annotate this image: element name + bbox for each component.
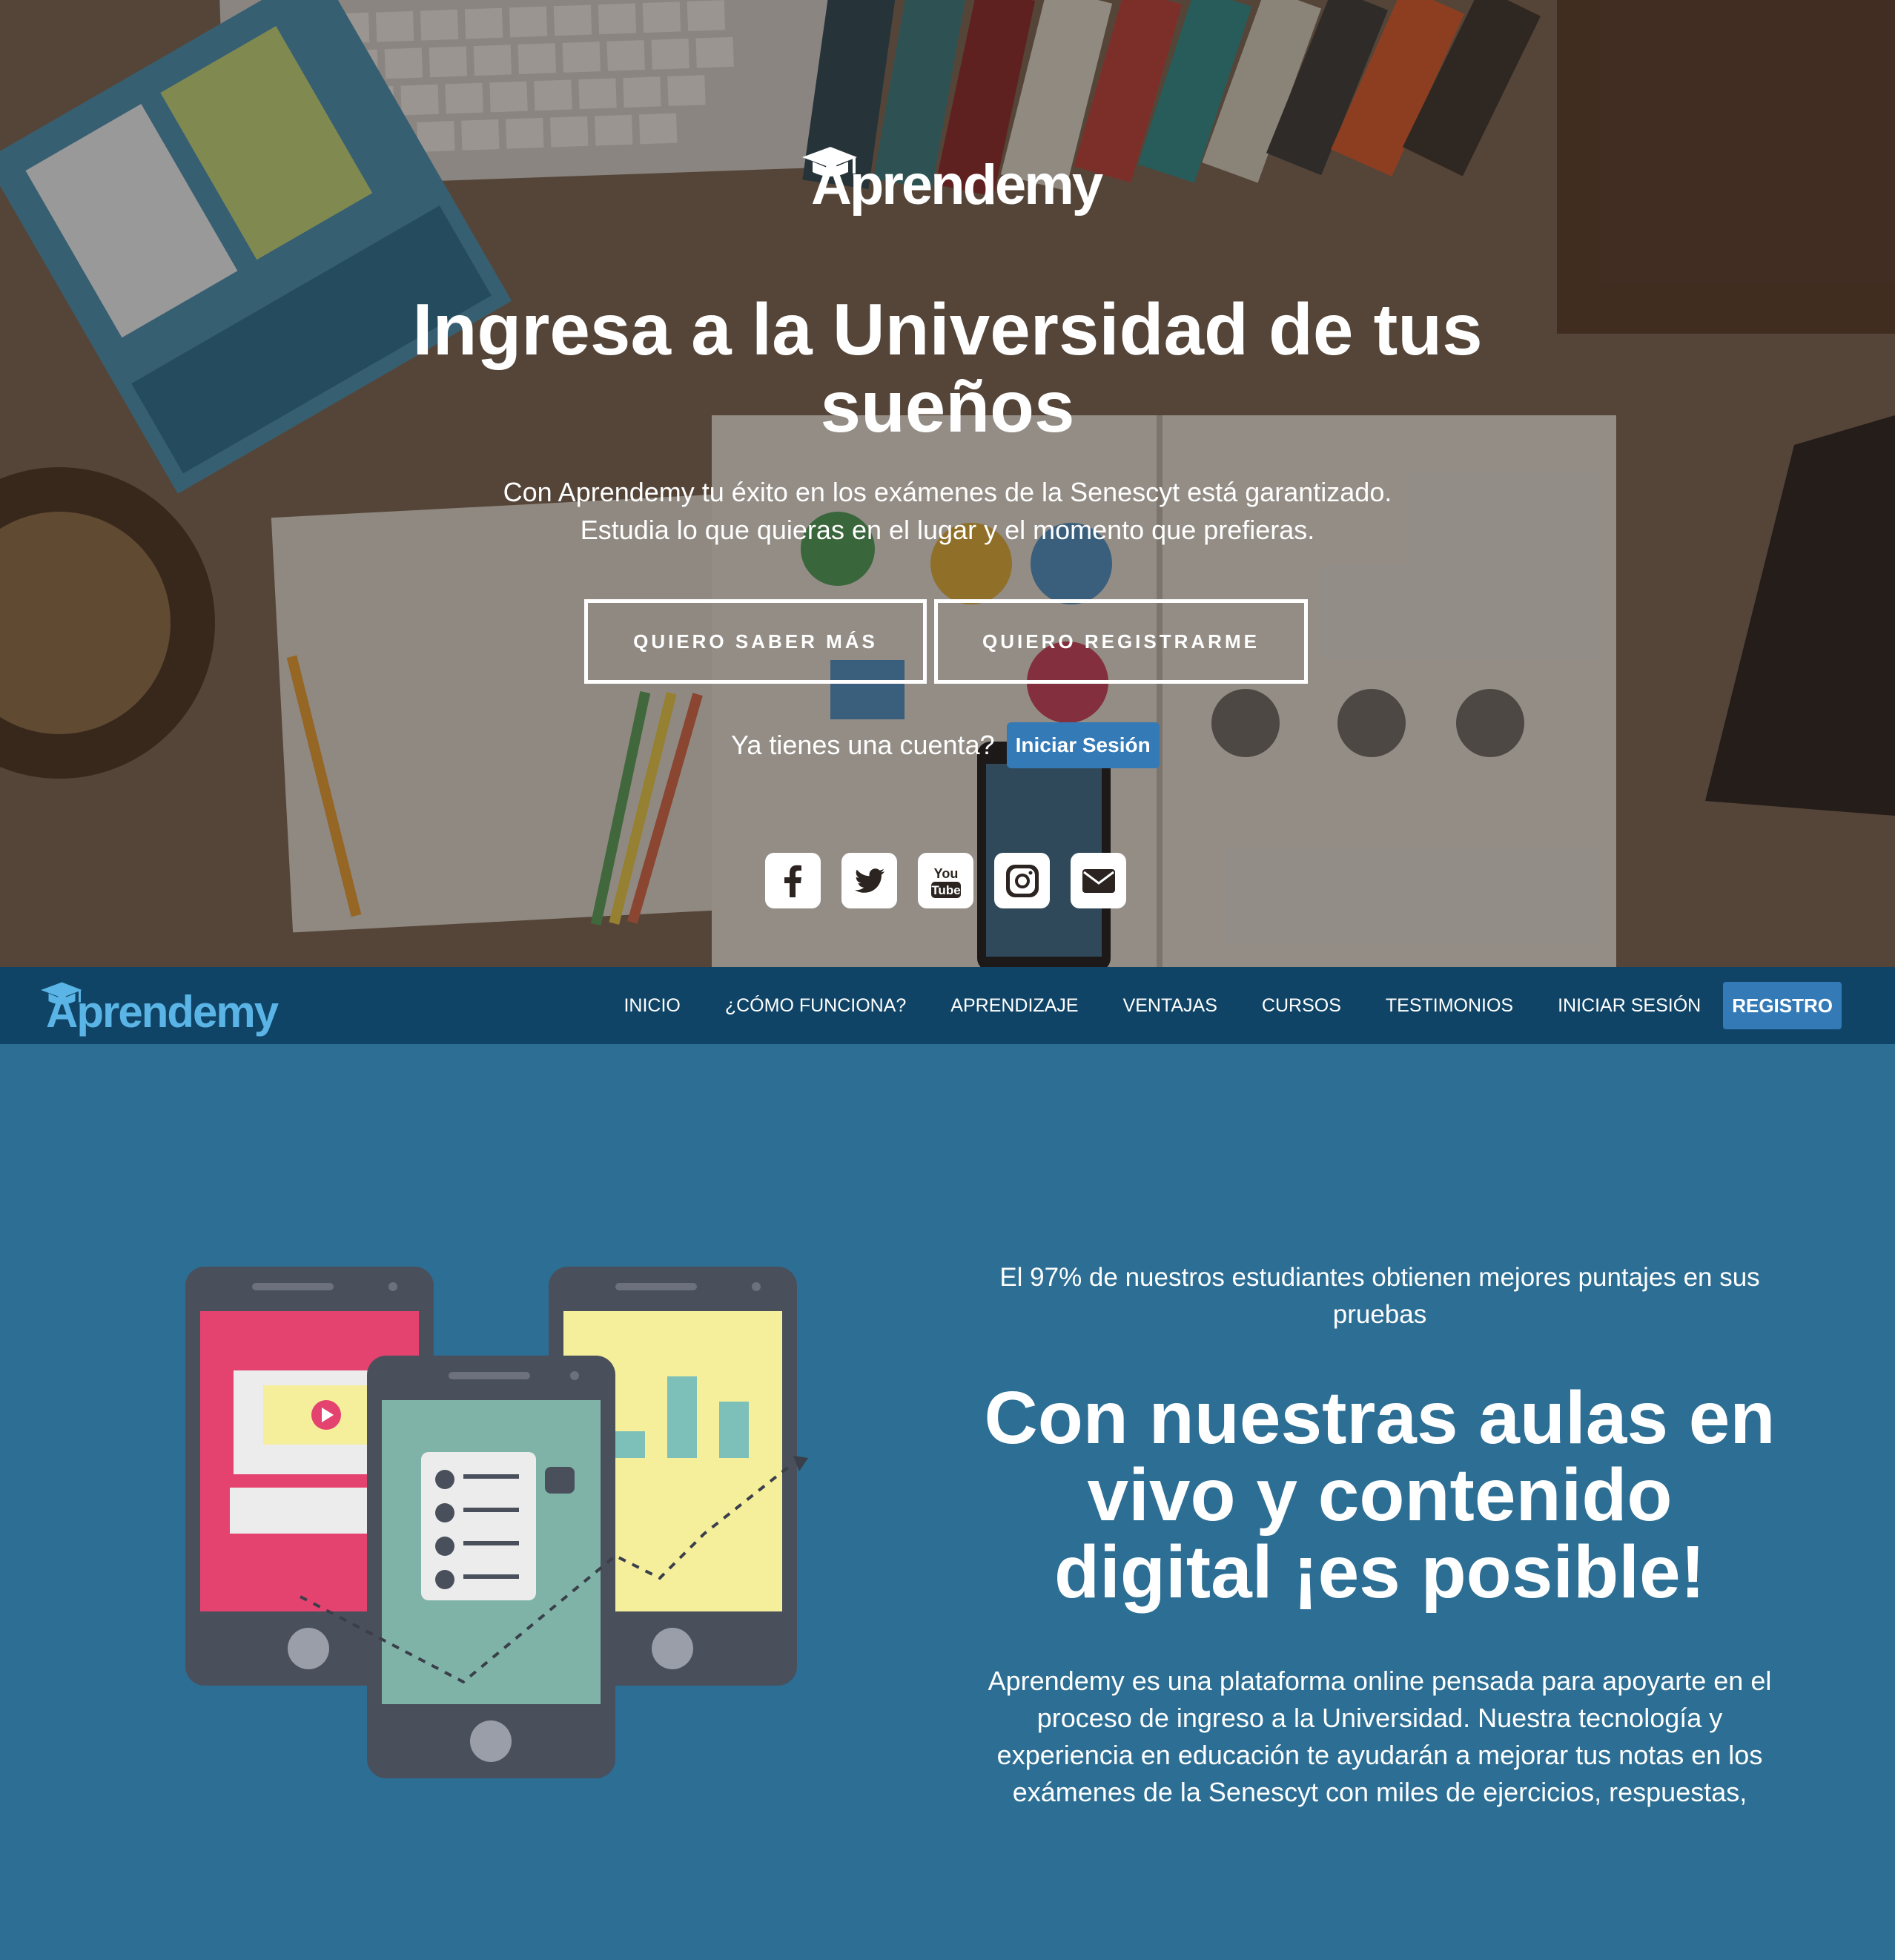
hero-subtitle: Con Aprendemy tu éxito en los exámenes d… [354, 473, 1541, 549]
instagram-icon[interactable] [994, 853, 1050, 908]
hero-section: Aprendemy Ingresa a la Universidad de tu… [0, 0, 1895, 967]
nav-item-aprendizaje[interactable]: APRENDIZAJE [928, 995, 1100, 1017]
youtube-you-text: You [933, 866, 958, 881]
nav-menu: INICIO ¿CÓMO FUNCIONA? APRENDIZAJE VENTA… [601, 967, 1842, 1044]
email-icon[interactable] [1071, 853, 1126, 908]
phones-illustration [185, 1267, 808, 1778]
hero-login-button[interactable]: Iniciar Sesión [1006, 722, 1160, 768]
nav-item-testimonios[interactable]: TESTIMONIOS [1363, 995, 1535, 1017]
register-cta-button[interactable]: QUIERO REGISTRARME [934, 599, 1308, 684]
learn-more-button[interactable]: QUIERO SABER MÁS [584, 599, 927, 684]
nav-register-button[interactable]: REGISTRO [1723, 982, 1842, 1029]
hero-subtitle-line-2: Estudia lo que quieras en el lugar y el … [580, 515, 1315, 545]
nav-item-iniciar-sesion[interactable]: INICIAR SESIÓN [1535, 995, 1723, 1017]
twitter-icon[interactable] [841, 853, 897, 908]
hero-subtitle-line-1: Con Aprendemy tu éxito en los exámenes d… [503, 477, 1392, 507]
youtube-tube-text: Tube [931, 883, 960, 897]
account-question: Ya tienes una cuenta? [731, 730, 995, 760]
social-links: You Tube [765, 853, 1126, 908]
hero-title: Ingresa a la Universidad de tus sueños [412, 288, 1483, 447]
hero-logo-text: Aprendemy [811, 154, 1103, 217]
feature-title: Con nuestras aulas en vivo y contenido d… [984, 1376, 1776, 1614]
nav-item-cursos[interactable]: CURSOS [1240, 995, 1363, 1017]
feature-body: Aprendemy es una plataforma online pensa… [988, 1666, 1772, 1807]
main-navbar: Aprendemy INICIO ¿CÓMO FUNCIONA? APRENDI… [0, 967, 1895, 1044]
nav-item-ventajas[interactable]: VENTAJAS [1101, 995, 1240, 1017]
hero-logo: Aprendemy [799, 142, 1103, 217]
feature-section: El 97% de nuestros estudiantes obtienen … [0, 1044, 1895, 1960]
youtube-icon[interactable]: You Tube [918, 853, 973, 908]
feature-lead: El 97% de nuestros estudiantes obtienen … [999, 1263, 1760, 1329]
navbar-logo-text: Aprendemy [46, 987, 279, 1037]
facebook-icon[interactable] [765, 853, 821, 908]
login-prompt: Ya tienes una cuenta? Iniciar Sesión [731, 722, 1160, 769]
nav-item-como-funciona[interactable]: ¿CÓMO FUNCIONA? [703, 995, 928, 1017]
navbar-logo[interactable]: Aprendemy [39, 979, 279, 1037]
nav-item-inicio[interactable]: INICIO [601, 995, 702, 1017]
